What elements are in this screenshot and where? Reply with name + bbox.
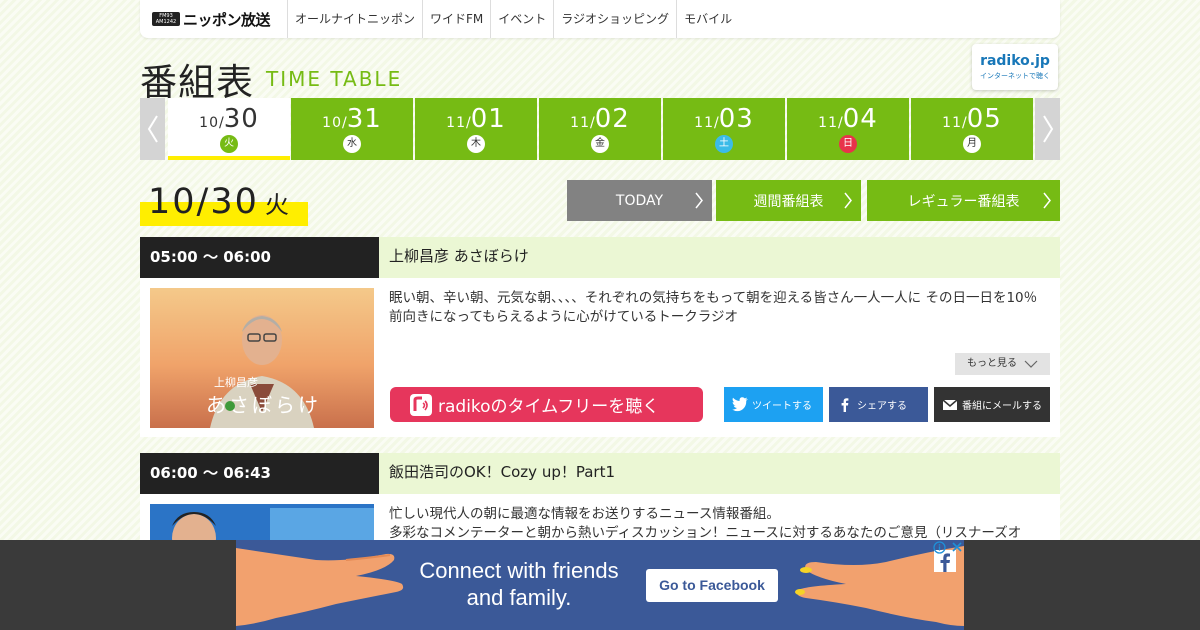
current-date: 10/30 [148,182,259,222]
twitter-icon [732,397,748,412]
date-month: 10 [199,115,219,131]
ad-headline-line2: and family. [466,585,572,610]
program-description: 忙しい現代人の朝に最適な情報をお送りするニュース情報番組。 多彩なコメンテーター… [389,505,1049,543]
top-navigation: FM93 AM1242 ニッポン放送 オールナイトニッポン ワイドFM イベント… [140,0,1060,38]
date-day: 30 [223,104,259,134]
ad-headline: Connect with friends and family. [386,557,652,611]
nav-item-event[interactable]: イベント [491,0,555,38]
date-month: 11 [694,115,714,131]
program-image[interactable]: 上柳昌彦 あさぼらけ [150,288,374,428]
chevron-right-icon [1043,192,1051,209]
current-day-of-week: 火 [264,191,289,219]
program-block: 05:00 ～ 06:00 上柳昌彦 あさぼらけ 上柳昌彦 あさぼらけ 眠い朝、… [140,237,1060,437]
date-month: 11 [570,115,590,131]
mail-program-button[interactable]: 番組にメールする [934,387,1050,422]
program-image[interactable] [150,504,374,544]
date-day: 04 [842,104,878,134]
show-more-label: もっと見る [967,358,1017,369]
date-day: 03 [718,104,754,134]
date-tab-3[interactable]: 11/01 木 [415,98,537,160]
date-day: 05 [966,104,1002,134]
host-photo [150,504,374,544]
mail-program-label: 番組にメールする [962,401,1042,412]
date-day: 31 [346,104,382,134]
facebook-share-label: シェアする [857,401,907,412]
radiko-timefree-label: radikoのタイムフリーを聴く [438,397,660,417]
page-container: FM93 AM1242 ニッポン放送 オールナイトニッポン ワイドFM イベント… [140,0,1060,630]
today-button[interactable]: TODAY [567,180,712,221]
chevron-right-icon [695,192,703,209]
logo-text: ニッポン放送 [183,10,271,29]
radiko-icon [410,394,432,416]
logo-badge-bottom: AM1242 [155,19,177,25]
date-month: 11 [942,115,962,131]
weekly-schedule-label: 週間番組表 [753,193,824,210]
day-of-week-badge: 火 [220,135,238,153]
radiko-timefree-button[interactable]: radikoのタイムフリーを聴く [390,387,703,422]
current-date-heading: 10/30 火 [140,182,308,226]
image-caption-small: 上柳昌彦 [214,375,258,389]
site-logo[interactable]: FM93 AM1242 ニッポン放送 [140,0,288,38]
host-photo: 上柳昌彦 あさぼらけ [150,288,374,428]
program-description: 眠い朝、辛い朝、元気な朝、、、、それぞれの気持ちをもって朝を迎える皆さん一人一人… [389,290,1038,325]
radiko-logo-text: radiko.jp [980,53,1050,69]
image-caption-large: あさぼらけ [206,393,321,417]
mail-icon [942,399,958,410]
program-title[interactable]: 飯田浩司のOK！Cozy up！Part1 [379,453,1060,494]
nav-item-widefm[interactable]: ワイドFM [423,0,492,38]
regular-schedule-button[interactable]: レギュラー番組表 [867,180,1060,221]
prev-week-button[interactable] [140,98,165,160]
chevron-down-icon [1024,360,1038,368]
regular-schedule-label: レギュラー番組表 [907,193,1020,210]
chevron-right-icon [1042,115,1053,143]
radiko-sub-text: インターネットで聴く [980,72,1050,80]
nav-item-mobile[interactable]: モバイル [677,0,739,38]
day-of-week-badge: 水 [343,135,361,153]
day-of-week-badge: 金 [591,135,609,153]
program-time: 06:00 ～ 06:43 [140,453,379,494]
today-button-label: TODAY [615,192,664,209]
tweet-button[interactable]: ツイートする [724,387,823,422]
show-more-button[interactable]: もっと見る [955,353,1050,375]
date-tab-5[interactable]: 11/03 土 [663,98,785,160]
day-of-week-badge: 木 [467,135,485,153]
weekly-schedule-button[interactable]: 週間番組表 [716,180,861,221]
description-line: 忙しい現代人の朝に最適な情報をお送りするニュース情報番組。 [389,506,780,522]
page-title-english: TIME TABLE [266,67,403,91]
date-tab-6[interactable]: 11/04 日 [787,98,909,160]
go-to-facebook-button[interactable]: Go to Facebook [646,569,778,602]
date-day: 02 [594,104,630,134]
radiko-listen-button[interactable]: radiko.jp インターネットで聴く [972,44,1058,90]
chevron-left-icon [147,115,158,143]
logo-badge: FM93 AM1242 [152,12,180,26]
facebook-ad-banner[interactable]: Connect with friends and family. Go to F… [236,540,964,630]
chevron-right-icon [844,192,852,209]
date-month: 10 [322,115,342,131]
day-of-week-badge: 土 [715,135,733,153]
date-month: 11 [818,115,838,131]
close-ad-icon[interactable] [950,540,964,554]
next-week-button[interactable] [1035,98,1060,160]
date-day: 01 [470,104,506,134]
date-tab-1[interactable]: 10/30 火 [168,98,290,160]
date-tab-2[interactable]: 10/31 水 [291,98,413,160]
facebook-icon [841,398,849,412]
program-title[interactable]: 上柳昌彦 あさぼらけ [379,237,1060,278]
ad-info-icon[interactable] [933,541,946,554]
facebook-share-button[interactable]: シェアする [829,387,928,422]
date-month: 11 [446,115,466,131]
date-tab-4[interactable]: 11/02 金 [539,98,661,160]
date-tab-7[interactable]: 11/05 月 [911,98,1033,160]
day-of-week-badge: 月 [963,135,981,153]
nav-item-radio-shopping[interactable]: ラジオショッピング [554,0,678,38]
tweet-label: ツイートする [752,401,812,412]
ad-headline-line1: Connect with friends [419,558,619,583]
day-of-week-badge: 日 [839,135,857,153]
program-time: 05:00 ～ 06:00 [140,237,379,278]
date-selector: 10/30 火 10/31 水 11/01 木 11/02 金 11/03 土 … [140,98,1060,160]
nav-item-allnightnippon[interactable]: オールナイトニッポン [288,0,424,38]
